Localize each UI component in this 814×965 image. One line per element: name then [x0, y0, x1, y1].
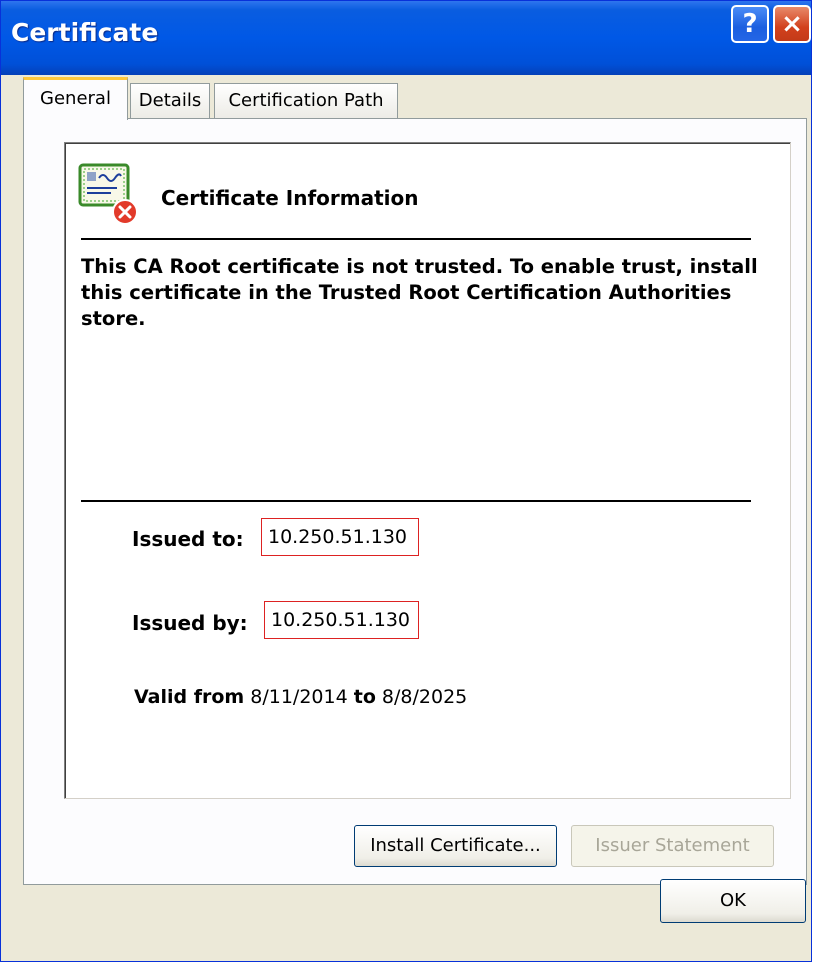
validity-period: Valid from 8/11/2014 to 8/8/2025	[134, 686, 467, 708]
tab-general[interactable]: General	[23, 77, 128, 120]
certificate-info-title: Certificate Information	[161, 186, 419, 210]
certificate-info-box: Certificate Information This CA Root cer…	[64, 142, 791, 799]
ok-button[interactable]: OK	[660, 879, 806, 923]
tab-certification-path[interactable]: Certification Path	[214, 83, 398, 119]
valid-from-date: 8/11/2014	[250, 686, 348, 708]
divider-top	[81, 238, 751, 240]
issued-to-label: Issued to:	[132, 527, 244, 551]
title-bar[interactable]: Certificate ? ×	[1, 1, 811, 75]
install-certificate-button[interactable]: Install Certificate...	[354, 825, 557, 867]
issued-by-label: Issued by:	[132, 611, 248, 635]
certificate-dialog: Certificate ? × General Details Certific…	[0, 0, 812, 962]
trust-warning-message: This CA Root certificate is not trusted.…	[81, 255, 758, 330]
close-icon[interactable]: ×	[773, 5, 811, 43]
valid-from-label: Valid from	[134, 686, 245, 708]
divider-bottom	[81, 500, 751, 502]
issued-to-value: 10.250.51.130	[261, 518, 419, 556]
general-tab-panel: Certificate Information This CA Root cer…	[23, 118, 807, 885]
valid-to-label: to	[353, 686, 376, 708]
tab-details[interactable]: Details	[130, 83, 210, 119]
issued-by-value: 10.250.51.130	[264, 601, 419, 639]
help-icon[interactable]: ?	[731, 5, 769, 43]
window-title: Certificate	[11, 18, 159, 47]
valid-to-date: 8/8/2025	[381, 686, 468, 708]
issuer-statement-button[interactable]: Issuer Statement	[571, 825, 774, 867]
certificate-error-icon	[78, 163, 138, 225]
